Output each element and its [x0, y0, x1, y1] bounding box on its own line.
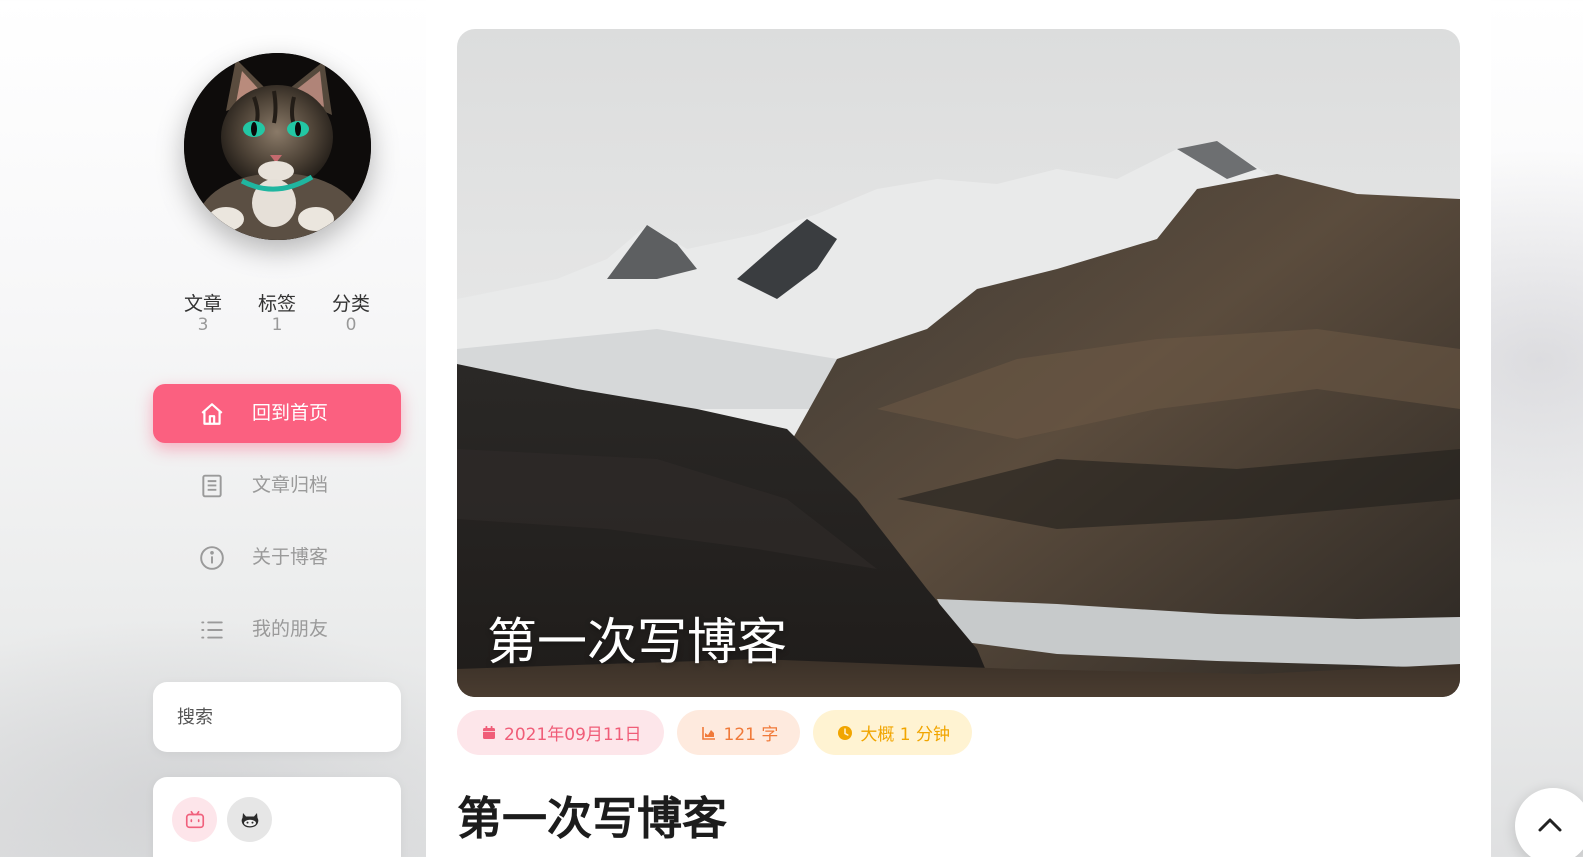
nav-item-about[interactable]: 关于博客: [153, 528, 401, 587]
word-count: 121 字: [723, 725, 779, 745]
post-meta: 2021年09月11日 121 字 大概 1 分钟: [457, 710, 973, 755]
github-icon: [241, 812, 258, 827]
word-count-badge: 121 字: [676, 710, 801, 755]
stat-categories[interactable]: 分类 0: [314, 293, 388, 335]
nav-item-label: 回到首页: [252, 402, 329, 424]
list-icon: [199, 617, 225, 643]
stat-label: 标签: [257, 293, 296, 315]
sidebar-nav: 回到首页 文章归档 关于博客 我的朋友: [153, 384, 401, 672]
cat-avatar-image: [184, 53, 371, 240]
stat-value: 1: [271, 315, 283, 335]
clock-icon: [838, 725, 853, 740]
read-time: 大概 1 分钟: [860, 725, 951, 745]
stat-tags[interactable]: 标签 1: [240, 293, 314, 335]
nav-item-label: 我的朋友: [252, 618, 329, 640]
github-button[interactable]: [227, 797, 272, 842]
chevron-up-icon: [1538, 818, 1562, 832]
post-cover[interactable]: 第一次写博客: [457, 29, 1460, 697]
stat-label: 文章: [183, 293, 222, 315]
home-icon: [199, 401, 225, 427]
nav-item-label: 关于博客: [252, 546, 329, 568]
chart-icon: [701, 726, 715, 740]
mountain-cover-image: [457, 29, 1460, 697]
nav-item-label: 文章归档: [252, 474, 329, 496]
post-date: 2021年09月11日: [504, 725, 642, 745]
social-links: [153, 777, 401, 857]
stat-articles[interactable]: 文章 3: [166, 293, 240, 335]
calendar-icon: [483, 725, 495, 739]
nav-item-home[interactable]: 回到首页: [153, 384, 401, 443]
date-badge: 2021年09月11日: [457, 710, 664, 755]
back-to-top-button[interactable]: [1515, 788, 1583, 857]
info-icon: [199, 545, 225, 571]
search-box: [153, 682, 401, 752]
cover-title: 第一次写博客: [487, 613, 787, 671]
post-title: 第一次写博客: [457, 792, 728, 845]
archive-icon: [199, 473, 225, 499]
bilibili-icon: [185, 810, 204, 828]
avatar[interactable]: [184, 53, 371, 240]
stat-label: 分类: [331, 293, 370, 315]
profile-stats: 文章 3 标签 1 分类 0: [166, 293, 388, 335]
nav-item-archive[interactable]: 文章归档: [153, 456, 401, 515]
main-content: 第一次写博客 2021年09月11日 121 字 大概 1 分钟 第一次写博客: [426, 0, 1491, 857]
stat-value: 0: [345, 315, 357, 335]
stat-value: 3: [197, 315, 209, 335]
sidebar: 文章 3 标签 1 分类 0 回到首页 文章归档 关于博客 我的朋友 搜索: [0, 0, 426, 857]
nav-item-friends[interactable]: 我的朋友: [153, 600, 401, 659]
search-input[interactable]: [153, 682, 401, 752]
bilibili-button[interactable]: [172, 797, 217, 842]
read-time-badge: 大概 1 分钟: [813, 710, 973, 755]
